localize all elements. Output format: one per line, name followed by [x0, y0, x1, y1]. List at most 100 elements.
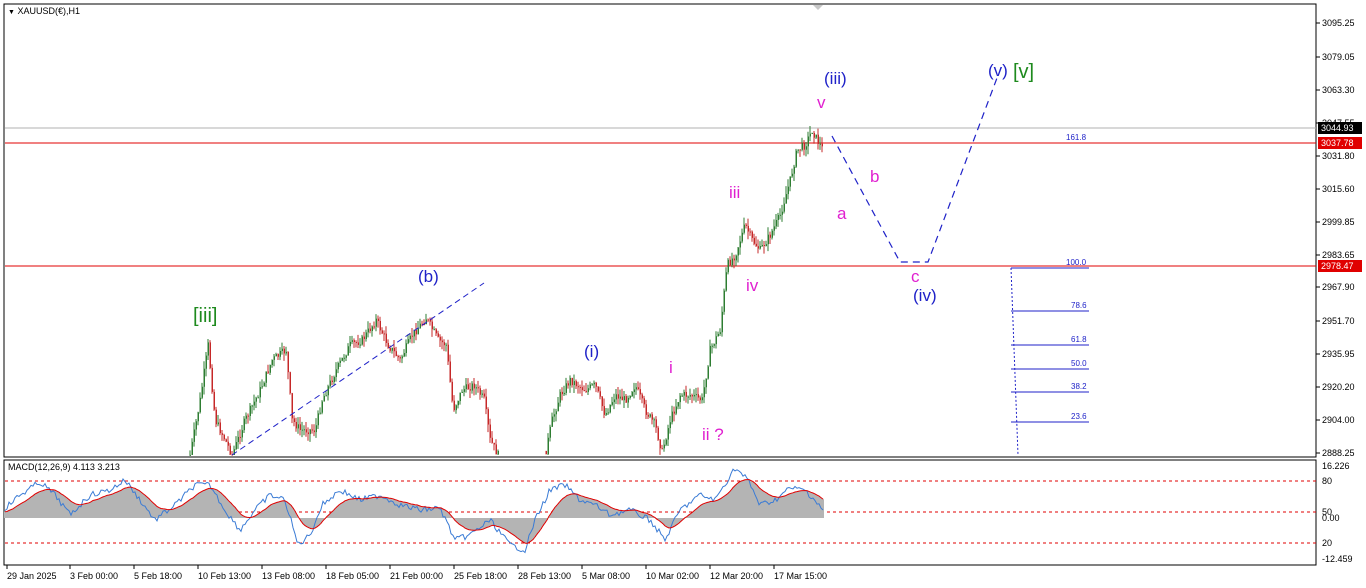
candle-body — [697, 394, 699, 398]
candle-body — [641, 394, 643, 399]
candle-body — [743, 224, 745, 233]
candle-body — [723, 290, 725, 312]
candle-body — [789, 176, 791, 187]
candle-body — [393, 347, 395, 352]
red-line-1-text: 3037.78 — [1321, 138, 1354, 148]
candle-body — [663, 444, 665, 449]
candle-body — [301, 429, 303, 431]
candle-body — [809, 133, 811, 137]
candle-body — [245, 415, 247, 419]
candle-body — [567, 383, 569, 386]
candle-body — [343, 357, 345, 359]
candle-body — [317, 413, 319, 426]
candle-body — [711, 345, 713, 347]
price-tick-label: 3079.05 — [1322, 52, 1355, 62]
candle-body — [719, 332, 721, 334]
candle-body — [801, 143, 803, 150]
candle-body — [727, 259, 729, 273]
time-tick-label: 12 Mar 20:00 — [710, 571, 763, 581]
time-tick-label: 29 Jan 2025 — [7, 571, 57, 581]
candle-body — [441, 340, 443, 343]
candle-body — [603, 406, 605, 415]
candle-body — [797, 149, 799, 151]
candle-body — [601, 396, 603, 407]
candle-body — [451, 381, 453, 401]
candle-body — [371, 326, 373, 332]
price-tick-label: 2967.90 — [1322, 282, 1355, 292]
price-tick-label: 2999.85 — [1322, 217, 1355, 227]
candle-body — [709, 345, 711, 367]
candle-body — [647, 414, 649, 417]
candle-body — [279, 351, 281, 357]
red-line-2-text: 2978.47 — [1321, 261, 1354, 271]
symbol-menu-icon[interactable]: ▼ — [8, 9, 15, 16]
candle-body — [345, 355, 347, 358]
candle-body — [669, 422, 671, 429]
candle-body — [583, 390, 585, 392]
candle-body — [403, 353, 405, 357]
candle-body — [389, 348, 391, 351]
candle-body — [799, 149, 801, 151]
candle-body — [455, 405, 457, 411]
candle-body — [227, 441, 229, 446]
candle-body — [563, 392, 565, 395]
candle-body — [565, 383, 567, 393]
candle-body — [707, 366, 709, 379]
macd-tick-label: 20 — [1322, 538, 1332, 548]
time-tick-label: 10 Feb 13:00 — [198, 571, 251, 581]
candle-body — [253, 401, 255, 406]
candle-body — [657, 427, 659, 440]
candle-body — [235, 442, 237, 450]
candle-body — [761, 244, 763, 247]
wave-label-b: b — [870, 167, 879, 186]
candle-body — [759, 246, 761, 249]
candle-body — [683, 391, 685, 396]
candle-body — [787, 186, 789, 195]
candle-body — [755, 243, 757, 247]
candle-body — [815, 134, 817, 138]
price-pane[interactable] — [3, 3, 1317, 458]
candle-body — [587, 388, 589, 392]
candle-body — [465, 384, 467, 390]
candle-body — [699, 397, 701, 401]
candle-body — [791, 173, 793, 177]
candle-body — [275, 354, 277, 357]
candle-body — [615, 394, 617, 400]
wave-label-iii-major: [iii] — [193, 305, 217, 327]
candle-body — [569, 377, 571, 386]
time-tick-label: 10 Mar 02:00 — [646, 571, 699, 581]
candle-body — [577, 386, 579, 388]
candle-body — [487, 409, 489, 425]
candle-body — [383, 333, 385, 335]
fib-label-618: 61.8 — [1071, 335, 1087, 344]
chart-canvas[interactable]: 161.8 100.0 78.6 61.8 50.0 38.2 23.6 [ii… — [0, 0, 1366, 588]
candle-body — [353, 340, 355, 343]
candle-body — [655, 419, 657, 428]
candle-body — [405, 343, 407, 354]
candle-body — [703, 387, 705, 398]
candle-body — [433, 329, 435, 331]
candle-body — [273, 356, 275, 360]
candle-body — [293, 418, 295, 422]
candle-body — [617, 394, 619, 399]
macd-tick-label: 80 — [1322, 476, 1332, 486]
candle-body — [361, 336, 363, 345]
candle-body — [623, 396, 625, 401]
macd-title: MACD(12,26,9) 4.113 3.213 — [8, 462, 120, 472]
candle-body — [475, 387, 477, 389]
candle-body — [295, 421, 297, 429]
candle-body — [729, 259, 731, 266]
candle-body — [417, 328, 419, 335]
fib-label-236: 23.6 — [1071, 412, 1087, 421]
candle-body — [785, 194, 787, 204]
candle-body — [561, 391, 563, 395]
candle-body — [637, 387, 639, 390]
candle-body — [675, 406, 677, 414]
candle-body — [271, 359, 273, 365]
candle-body — [705, 378, 707, 388]
fib-label-500: 50.0 — [1071, 359, 1087, 368]
candle-body — [679, 395, 681, 403]
candle-body — [545, 450, 547, 455]
candle-body — [379, 321, 381, 331]
candle-body — [325, 395, 327, 397]
